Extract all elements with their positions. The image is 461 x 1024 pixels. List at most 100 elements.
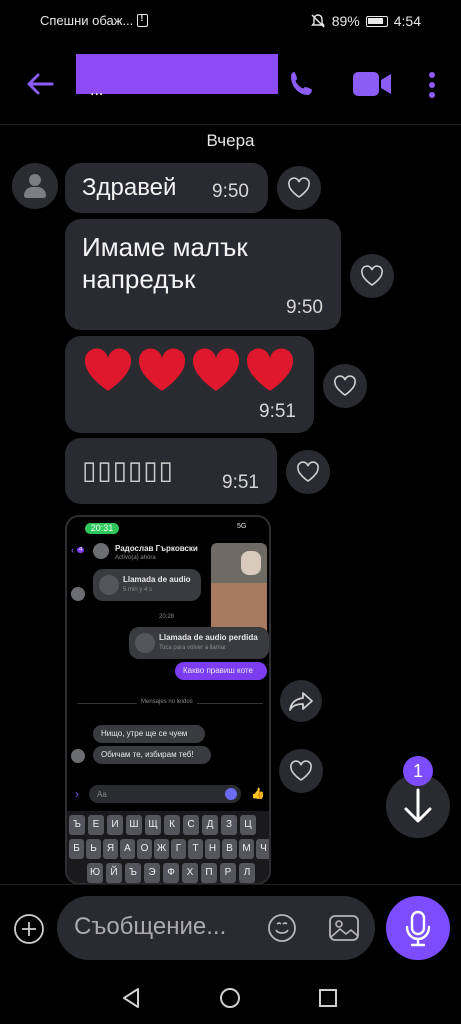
inner-keyboard-key: В	[222, 839, 237, 859]
inner-keyboard-key: Й	[106, 863, 122, 883]
inner-reply-bubble: Нищо, утре ще се чуем	[93, 725, 205, 743]
inner-contact-status: Activo(a) ahora	[115, 555, 156, 561]
inner-keyboard-key: Ц	[240, 815, 256, 835]
inner-keyboard-key: Ъ	[125, 863, 141, 883]
video-call-icon[interactable]	[351, 69, 393, 99]
gallery-icon[interactable]	[327, 912, 361, 944]
like-button[interactable]	[350, 254, 394, 298]
like-button[interactable]	[323, 364, 367, 408]
system-nav-bar	[0, 970, 461, 1024]
inner-keyboard-key: Э	[144, 863, 160, 883]
image-message-screenshot[interactable]: 20:31 5G ‹ 4 Радослав Гърковски Activo(a…	[65, 515, 271, 885]
inner-call2-title: Llamada de audio perdida	[159, 633, 258, 642]
inner-unread-label: Mensajes no leídos	[137, 699, 197, 705]
inner-call1-title: Llamada de audio	[123, 575, 191, 584]
clock: 4:54	[393, 13, 421, 29]
share-forward-icon	[289, 692, 313, 711]
inner-keyboard-key: Ч	[256, 839, 269, 859]
message-bubble[interactable]: ▯▯▯▯▯▯ 9:51	[65, 438, 277, 504]
unread-count-badge: 1	[403, 756, 433, 786]
inner-call1-sub: 5 min y 4 s	[123, 587, 153, 593]
message-text: Здравей	[82, 174, 177, 201]
status-bar: Спешни обаж... 89% 4:54	[0, 0, 461, 44]
message-time: 9:51	[259, 401, 296, 422]
message-bubble[interactable]: Здравей 9:50	[65, 163, 268, 213]
inner-call-bubble: Llamada de audio 5 min y 4 s	[93, 569, 201, 601]
inner-reply-bubble: Обичам те, избирам теб!	[93, 746, 211, 764]
header-divider	[0, 124, 461, 125]
inner-expand-icon: ›	[75, 787, 79, 801]
sim-alert-icon	[137, 13, 149, 27]
inner-reply1: Нищо, утре ще се чуем	[101, 729, 188, 738]
inner-purple-text: Какво правиш коте	[183, 666, 253, 675]
inner-keyboard-key: Т	[188, 839, 203, 859]
inner-purple-message: Какво правиш коте	[175, 662, 267, 680]
heart-outline-icon	[297, 461, 319, 482]
inner-keyboard-key: Г	[171, 839, 186, 859]
inner-input-bar: Aa	[89, 785, 241, 803]
microphone-icon	[405, 910, 431, 947]
inner-keyboard-key: Л	[239, 863, 255, 883]
forward-button[interactable]	[280, 680, 322, 722]
contact-name-redacted[interactable]: ...	[76, 54, 278, 99]
message-time: 9:50	[212, 181, 249, 202]
contact-name: ...	[90, 82, 104, 99]
inner-time-separator: 20:28	[159, 614, 175, 620]
inner-keyboard-key: З	[221, 815, 237, 835]
inner-keyboard-key: Д	[202, 815, 218, 835]
plus-icon[interactable]	[12, 912, 46, 946]
inner-keyboard-key: Ш	[126, 815, 142, 835]
nav-back-icon[interactable]	[120, 986, 142, 1010]
inner-keyboard-key: Х	[182, 863, 198, 883]
red-heart-emoji	[84, 348, 132, 391]
inner-keyboard-key: Р	[220, 863, 236, 883]
inner-keyboard-key: Н	[205, 839, 220, 859]
nav-recents-icon[interactable]	[318, 988, 338, 1008]
date-separator: Вчера	[206, 131, 255, 150]
red-heart-emoji	[192, 348, 240, 391]
red-heart-emoji	[138, 348, 186, 391]
inner-keyboard-key: С	[183, 815, 199, 835]
voice-message-button[interactable]	[386, 896, 450, 960]
message-bubble[interactable]: Имаме малък напредък 9:50	[65, 219, 341, 330]
more-options-icon[interactable]	[422, 70, 442, 100]
heart-outline-icon	[361, 265, 383, 286]
bell-off-icon	[310, 14, 325, 28]
inner-keyboard-key: Ж	[154, 839, 169, 859]
nav-home-icon[interactable]	[219, 987, 241, 1009]
message-bubble[interactable]: 9:51	[65, 336, 314, 433]
inner-keyboard-key: Ъ	[69, 815, 85, 835]
inner-keyboard-key: Щ	[145, 815, 161, 835]
inner-network: 5G	[237, 523, 247, 530]
message-text-line2: напредък	[82, 264, 196, 294]
heart-emojis	[83, 347, 299, 393]
message-text: ▯▯▯▯▯▯	[82, 455, 174, 485]
phone-call-icon[interactable]	[286, 68, 318, 100]
like-button[interactable]	[277, 166, 321, 210]
inner-status-time: 20:31	[85, 523, 119, 534]
sticker-emoji-icon[interactable]	[266, 912, 298, 944]
inner-avatar	[71, 587, 85, 601]
inner-keyboard-key: Ф	[163, 863, 179, 883]
message-input-placeholder: Съобщение...	[74, 913, 227, 940]
contact-avatar[interactable]	[12, 163, 58, 209]
inner-missed-call-icon	[135, 633, 155, 653]
inner-reply2: Обичам те, избирам теб!	[101, 750, 194, 759]
inner-contact-avatar	[93, 543, 109, 559]
red-heart-emoji	[246, 348, 294, 391]
inner-contact-name: Радослав Гърковски	[115, 544, 198, 553]
like-button[interactable]	[279, 749, 323, 793]
inner-like-icon: 👍	[251, 788, 265, 800]
inner-avatar	[71, 749, 85, 763]
inner-keyboard-key: Б	[69, 839, 84, 859]
inner-emoji-icon	[225, 788, 237, 800]
composer-divider	[0, 884, 461, 885]
inner-keyboard-key: К	[164, 815, 180, 835]
back-arrow-icon[interactable]	[24, 68, 56, 100]
heart-outline-icon	[290, 760, 312, 781]
inner-call-icon	[99, 575, 119, 595]
like-button[interactable]	[286, 450, 330, 494]
carrier-label: Спешни обаж...	[40, 13, 134, 28]
inner-input-placeholder: Aa	[97, 790, 107, 799]
inner-video-preview	[211, 543, 267, 639]
